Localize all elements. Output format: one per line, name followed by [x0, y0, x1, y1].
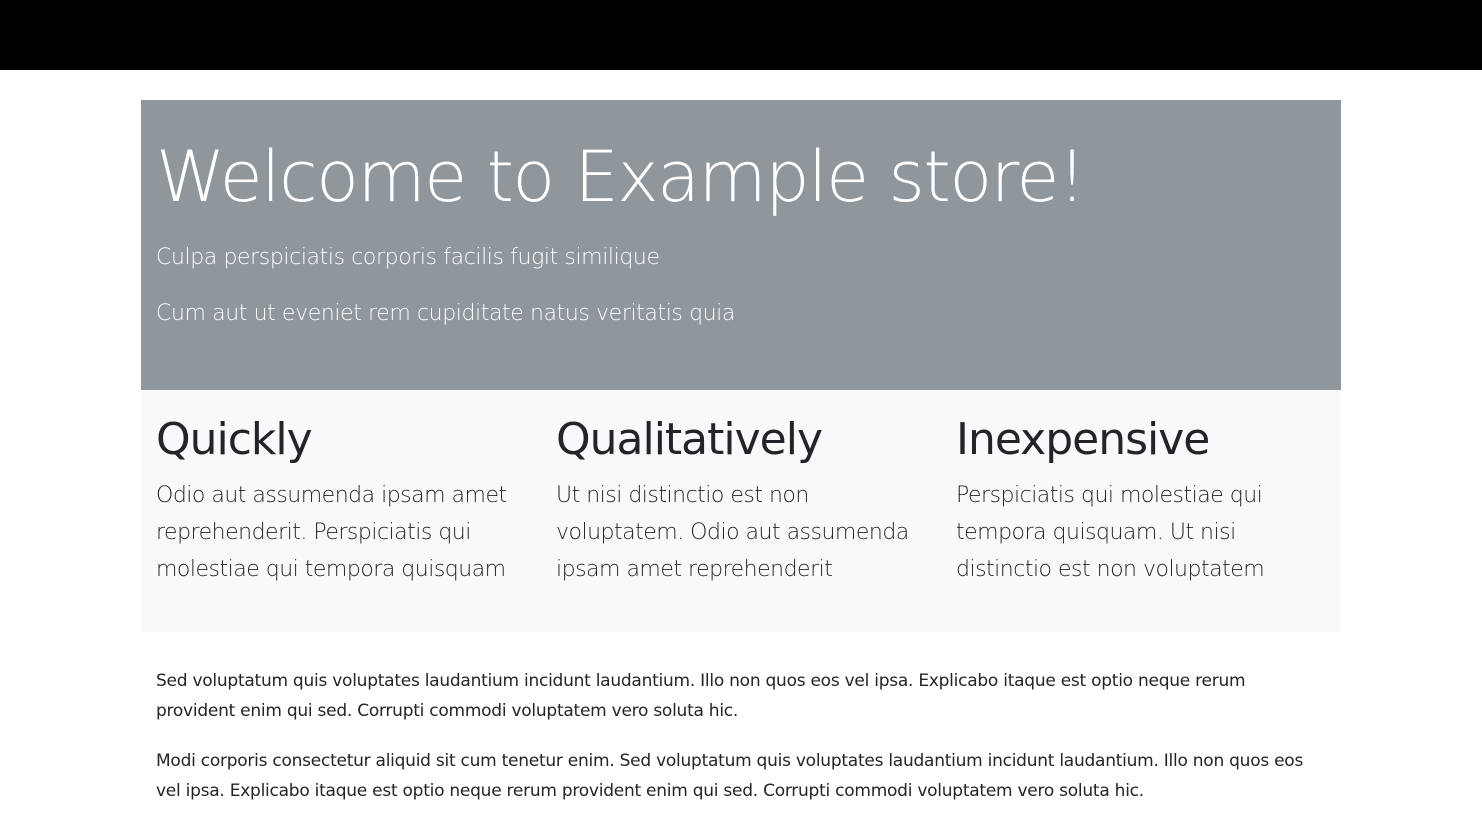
- feature-text: Ut nisi distinctio est non voluptatem. O…: [556, 482, 909, 582]
- hero-subtitle-1: Culpa perspiciatis corporis facilis fugi…: [156, 245, 660, 270]
- top-navbar: [0, 0, 1482, 70]
- feature-inexpensive: Inexpensive Perspiciatis qui molestiae q…: [941, 414, 1341, 632]
- hero-subtitle-2: Cum aut ut eveniet rem cupiditate natus …: [156, 301, 735, 327]
- features-section: Quickly Odio aut assumenda ipsam amet re…: [141, 390, 1341, 632]
- content-paragraph-2: Modi corporis consectetur aliquid sit cu…: [156, 751, 1304, 801]
- feature-text: Perspiciatis qui molestiae qui tempora q…: [956, 482, 1265, 582]
- feature-title: Quickly: [156, 414, 313, 465]
- feature-quickly: Quickly Odio aut assumenda ipsam amet re…: [141, 414, 541, 632]
- feature-title: Inexpensive: [956, 414, 1210, 465]
- feature-qualitatively: Qualitatively Ut nisi distinctio est non…: [541, 414, 941, 632]
- content-section: Sed voluptatum quis voluptates laudantiu…: [141, 632, 1341, 806]
- hero-banner: Welcome to Example store! Culpa perspici…: [141, 100, 1341, 390]
- main-container: Welcome to Example store! Culpa perspici…: [141, 100, 1341, 806]
- feature-text: Odio aut assumenda ipsam amet reprehende…: [156, 482, 507, 582]
- feature-title: Qualitatively: [556, 414, 823, 465]
- hero-title: Welcome to Example store!: [156, 136, 1086, 218]
- content-paragraph-1: Sed voluptatum quis voluptates laudantiu…: [156, 671, 1246, 721]
